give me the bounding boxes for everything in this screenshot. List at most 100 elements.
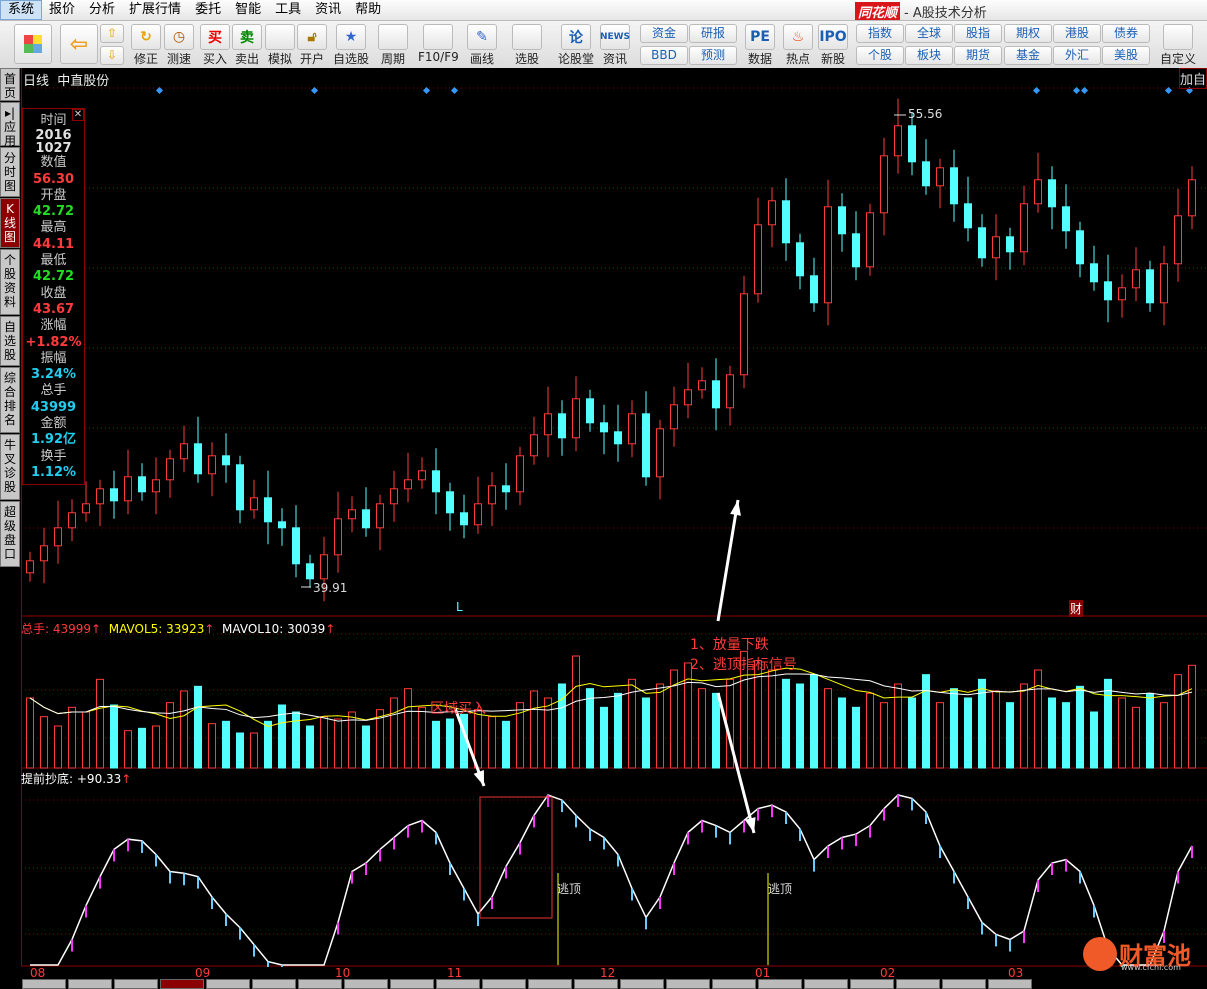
sidebar-tab[interactable]: 综合排名 [0,367,20,433]
market-button[interactable]: 基金 [1004,46,1052,65]
indicator-tab[interactable] [436,979,480,989]
candle [726,374,734,409]
indicator-tab[interactable] [758,979,802,989]
market-button[interactable]: 港股 [1053,24,1101,43]
candle [670,404,678,430]
chart-canvas[interactable] [21,68,1207,977]
info-label: 收盘 [40,285,67,301]
indicator-tab[interactable] [942,979,986,989]
indicator-tab[interactable] [298,979,342,989]
menu-item[interactable]: 帮助 [348,0,388,20]
market-button[interactable]: BBD [640,46,688,65]
market-button[interactable]: 股指 [954,24,1002,43]
indicator-tab[interactable] [620,979,664,989]
candle [516,455,524,493]
indicator-tab[interactable] [804,979,848,989]
toolbar-button[interactable]: 卖卖出 [232,24,262,67]
toolbar-button[interactable]: 自定义 [1160,24,1196,67]
toolbar-button[interactable]: ♨ 热点 [783,24,813,67]
market-button[interactable]: 指数 [856,24,904,43]
menu-item[interactable]: 工具 [268,0,308,20]
volume-bar [362,725,370,769]
toolbar-button[interactable]: ⇦ [60,24,98,64]
market-button[interactable]: 板块 [905,46,953,65]
indicator-tab[interactable] [390,979,434,989]
gavel-icon [265,24,295,50]
indicator-tab[interactable] [344,979,388,989]
indicator-tab[interactable] [666,979,710,989]
indicator-tab[interactable] [528,979,572,989]
indicator-tab[interactable] [850,979,894,989]
candle [404,479,412,490]
toolbar-button[interactable]: ★ 自选股 [333,24,369,67]
finance-marker[interactable]: 财 [1069,600,1084,617]
chart-header: 日线 中直股份 [23,70,109,89]
menu-item[interactable]: 智能 [228,0,268,20]
toolbar-button[interactable]: PE 数据 [745,24,775,67]
menu-item[interactable]: 系统 [0,0,43,20]
market-button[interactable]: 个股 [856,46,904,65]
sidebar-tab[interactable]: 个股资料 [0,249,20,315]
toolbar-button[interactable]: ✎ 画线 [467,24,497,67]
market-button[interactable]: 预测 [689,46,737,65]
sidebar-tab[interactable]: 牛叉诊股 [0,434,20,500]
candle [390,488,398,505]
volume-bar [1090,711,1098,769]
market-button[interactable]: 研报 [689,24,737,43]
sidebar-tab[interactable]: 首页 [0,68,20,101]
toolbar-button[interactable]: 选股 [512,24,542,67]
down-arrow-icon[interactable]: ⇩ [100,46,124,65]
sidebar-tab[interactable]: 超级盘口 [0,501,20,567]
close-icon[interactable]: ✕ [72,109,84,121]
menu-item[interactable]: 扩展行情 [122,0,188,20]
indicator-tab[interactable] [896,979,940,989]
toolbar-button[interactable]: 论论股堂 [558,24,594,67]
market-button[interactable]: 资金 [640,24,688,43]
toolbar-button[interactable]: IPO 新股 [818,24,848,67]
market-button[interactable]: 全球 [905,24,953,43]
info-value: 44.11 [32,236,75,252]
sidebar-tab[interactable]: 分时图 [0,147,20,197]
candle [138,476,146,493]
market-button[interactable]: 美股 [1102,46,1150,65]
indicator-tab[interactable] [574,979,618,989]
toolbar-button[interactable] [14,24,52,64]
indicator-tab[interactable] [252,979,296,989]
indicator-tab[interactable] [712,979,756,989]
indicator-tab[interactable] [160,979,204,989]
indicator-tab[interactable] [68,979,112,989]
candle [600,422,608,433]
toolbar-button[interactable]: 模拟 [265,24,295,67]
period-icon [378,24,408,50]
toolbar-button[interactable]: NEWS 资讯 [600,24,630,67]
toolbar-button[interactable]: 周期 [378,24,408,67]
indicator-tab[interactable] [22,979,66,989]
indicator-tab[interactable] [482,979,526,989]
candle [54,527,62,547]
sidebar-tab[interactable]: ▸|应用 [0,102,20,148]
market-button[interactable]: 债券 [1102,24,1150,43]
toolbar-button[interactable]: F10/F9 [418,24,459,64]
add-custom-button[interactable]: 加自定义 [1179,68,1207,89]
candle [124,476,132,502]
menu-item[interactable]: 分析 [82,0,122,20]
up-arrow-icon[interactable]: ⇧ [100,24,124,43]
menu-item[interactable]: 报价 [42,0,82,20]
market-button[interactable]: 外汇 [1053,46,1101,65]
sidebar-tab[interactable]: K线图 [0,198,20,248]
market-button[interactable]: 期货 [954,46,1002,65]
indicator-tab[interactable] [988,979,1032,989]
indicator-tab[interactable] [114,979,158,989]
toolbar-button[interactable]: ◷ 测速 [164,24,194,67]
toolbar-button[interactable]: 🔓︎ 开户 [297,24,327,67]
kline-chart-area[interactable]: 日线 中直股份 加自定义 总手: 43999↑ MAVOL5: 33923↑ M… [21,68,1207,980]
indicator-tab[interactable] [206,979,250,989]
toolbar-button-label: 资讯 [602,52,627,66]
candle [152,479,160,493]
menu-item[interactable]: 资讯 [308,0,348,20]
toolbar-button[interactable]: ↻ 修正 [131,24,161,67]
toolbar-button[interactable]: 买买入 [200,24,230,67]
market-button[interactable]: 期权 [1004,24,1052,43]
sidebar-tab[interactable]: 自选股 [0,316,20,366]
menu-item[interactable]: 委托 [188,0,228,20]
